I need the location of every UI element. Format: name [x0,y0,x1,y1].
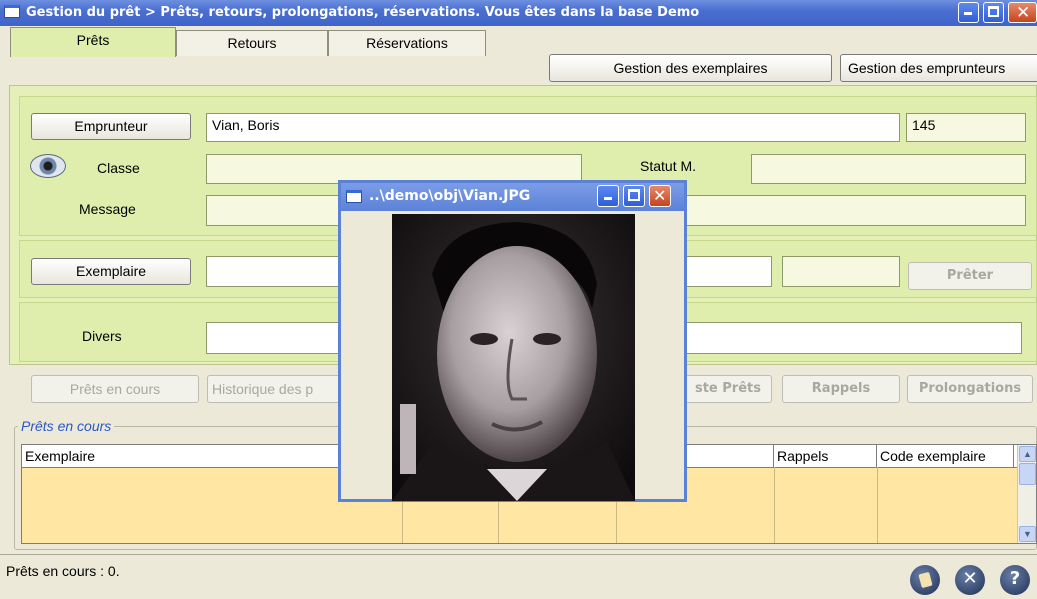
scroll-up-icon[interactable]: ▲ [1019,446,1036,462]
column-code-exemplaire[interactable]: Code exemplaire [877,445,1014,467]
tab-prets[interactable]: Prêts [10,27,176,57]
gestion-exemplaires-button[interactable]: Gestion des exemplaires [549,54,832,82]
prets-en-cours-button[interactable]: Prêts en cours [31,375,199,403]
table-scrollbar[interactable]: ▲ ▼ [1017,445,1036,543]
popup-title: ..\demo\obj\Vian.JPG [369,188,531,204]
emprunteur-button[interactable]: Emprunteur [31,113,191,140]
tab-reservations[interactable]: Réservations [328,30,486,56]
popup-image-area [344,211,681,501]
status-text: Prêts en cours : 0. [6,563,120,579]
borrower-name-field[interactable]: Vian, Boris [206,113,900,142]
status-bar: Prêts en cours : 0. ✕ ? [0,554,1037,599]
preter-button[interactable]: Prêter [908,262,1032,290]
statut-field[interactable] [751,154,1026,184]
rappels-button[interactable]: Rappels [782,375,900,403]
column-divider [877,467,878,543]
column-divider [774,467,775,543]
popup-title-bar[interactable]: ..\demo\obj\Vian.JPG ✕ [341,183,684,211]
popup-maximize-button[interactable] [623,185,645,207]
help-icon[interactable]: ? [1000,565,1030,595]
scroll-thumb[interactable] [1019,463,1036,485]
window-title: Gestion du prêt > Prêts, retours, prolon… [26,5,700,20]
cancel-icon[interactable]: ✕ [955,565,985,595]
divers-label: Divers [82,328,122,344]
gestion-emprunteurs-button[interactable]: Gestion des emprunteurs [840,54,1037,82]
popup-minimize-button[interactable] [597,185,619,207]
popup-window-icon [346,190,362,203]
eye-icon[interactable] [30,154,66,178]
minimize-button[interactable] [958,2,979,23]
portrait-photo [392,214,635,501]
column-rappels[interactable]: Rappels [774,445,877,467]
maximize-button[interactable] [983,2,1004,23]
loans-section-title: Prêts en cours [18,418,115,434]
image-popup-window[interactable]: ..\demo\obj\Vian.JPG ✕ [338,180,687,502]
message-label: Message [79,201,136,217]
exemplaire-button[interactable]: Exemplaire [31,258,191,285]
popup-close-button[interactable]: ✕ [649,185,671,207]
window-icon [4,5,20,18]
scroll-down-icon[interactable]: ▼ [1019,526,1036,542]
statut-label: Statut M. [640,158,697,174]
prolongations-button[interactable]: Prolongations [907,375,1033,403]
historique-button[interactable]: Historique des p [207,375,347,403]
main-title-bar[interactable]: Gestion du prêt > Prêts, retours, prolon… [0,0,1037,26]
exemplaire-extra-field[interactable] [782,256,900,287]
borrower-number-field[interactable]: 145 [906,113,1026,142]
close-button[interactable]: ✕ [1008,2,1037,23]
book-icon[interactable] [910,565,940,595]
classe-label: Classe [97,160,140,176]
tab-retours[interactable]: Retours [176,30,328,56]
